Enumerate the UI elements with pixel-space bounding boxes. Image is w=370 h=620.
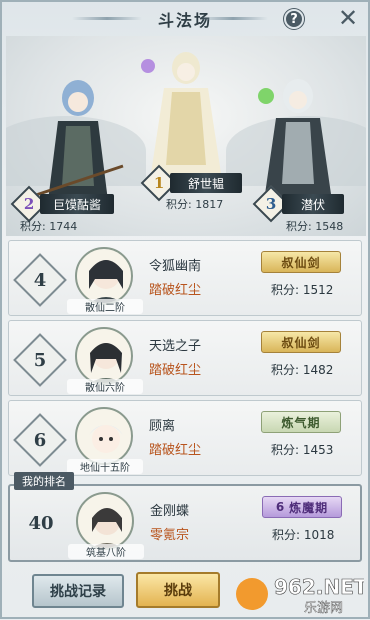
site-watermark: 962.NET 乐游网 — [234, 570, 368, 616]
player-stage: 零氪宗 — [150, 528, 190, 543]
avatar[interactable] — [76, 492, 134, 550]
player-name: 金刚蝶 — [150, 504, 190, 519]
title-ornament-right — [198, 17, 268, 20]
my-rank-tag: 我的排名 — [14, 472, 74, 490]
avatar-caption: 散仙六阶 — [67, 379, 143, 394]
avatar-caption: 散仙二阶 — [67, 299, 143, 314]
player-name: 天选之子 — [149, 339, 202, 354]
title-badge: 6 炼魔期 — [262, 496, 342, 518]
player-3-figure[interactable] — [248, 66, 348, 206]
player-3-name: 潜伏 — [282, 194, 344, 214]
avatar[interactable] — [75, 407, 133, 465]
my-ranking-row[interactable]: 我的排名 40 筑基八阶 金刚蝶 零氪宗 6 炼魔期 积分: 1018 — [8, 472, 362, 562]
avatar-caption: 地仙十五阶 — [67, 459, 143, 474]
help-button[interactable]: ? — [284, 9, 304, 29]
ranking-row-6[interactable]: 6 地仙十五阶 顾离 踏破红尘 炼气期 积分: 1453 — [8, 400, 362, 476]
player-score: 积分: 1018 — [272, 528, 335, 542]
rank-number: 4 — [33, 269, 47, 291]
ranking-row-5[interactable]: 5 散仙六阶 天选之子 踏破红尘 叔仙剑 积分: 1482 — [8, 320, 362, 396]
title-badge: 炼气期 — [261, 411, 341, 433]
svg-text:962.NET: 962.NET — [274, 575, 364, 599]
player-1-figure[interactable] — [136, 40, 236, 190]
challenge-button[interactable]: 挑战 — [136, 572, 220, 608]
player-stage: 踏破红尘 — [149, 443, 202, 458]
player-1-name: 舒世韫 — [170, 173, 242, 193]
avatar-caption: 筑基八阶 — [68, 544, 144, 559]
svg-text:乐游网: 乐游网 — [304, 601, 343, 616]
avatar[interactable] — [75, 327, 133, 385]
player-score: 积分: 1453 — [271, 443, 334, 457]
player-name: 令狐幽南 — [149, 259, 202, 274]
top-three-podium: 1 舒世韫 积分: 1817 2 巨馍酤酱 积分: 1744 3 潜伏 积分: … — [6, 36, 366, 236]
challenge-record-button[interactable]: 挑战记录 — [32, 574, 124, 608]
player-stage: 踏破红尘 — [149, 283, 202, 298]
rank-number: 40 — [28, 512, 54, 534]
title-ornament-left — [72, 17, 142, 20]
player-2-figure[interactable] — [28, 66, 128, 206]
player-stage: 踏破红尘 — [149, 363, 202, 378]
player-score: 积分: 1512 — [271, 283, 334, 297]
title-bar: 斗法场 ? ✕ — [2, 2, 368, 36]
rank-number: 6 — [33, 429, 47, 451]
title-badge: 叔仙剑 — [261, 331, 341, 353]
ranking-row-4[interactable]: 4 散仙二阶 令狐幽南 踏破红尘 叔仙剑 积分: 1512 — [8, 240, 362, 316]
arena-panel: 斗法场 ? ✕ 1 舒世韫 积分: 1817 2 巨馍酤酱 积分: 1744 3… — [0, 0, 370, 619]
player-2-name: 巨馍酤酱 — [40, 194, 114, 214]
player-2-score: 积分: 1744 — [20, 220, 78, 233]
player-score: 积分: 1482 — [271, 363, 334, 377]
avatar[interactable] — [75, 247, 133, 305]
player-1-score: 积分: 1817 — [166, 198, 224, 211]
rank-number: 5 — [33, 349, 47, 371]
player-name: 顾离 — [149, 419, 176, 434]
player-3-score: 积分: 1548 — [286, 220, 344, 233]
title-badge: 叔仙剑 — [261, 251, 341, 273]
close-button[interactable]: ✕ — [336, 6, 360, 30]
